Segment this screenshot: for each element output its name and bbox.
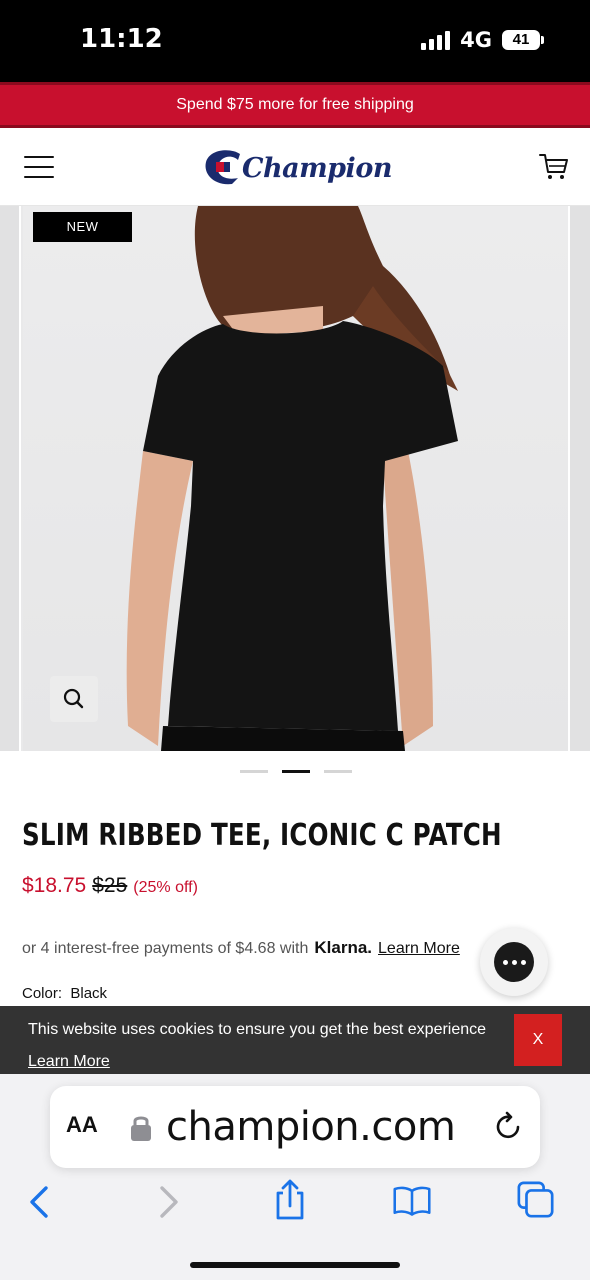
gallery-prev-image[interactable] <box>0 206 21 751</box>
klarna-message: or 4 interest-free payments of $4.68 wit… <box>22 938 460 958</box>
gallery-next-image[interactable] <box>568 206 590 751</box>
color-label: Color: <box>22 985 63 1002</box>
bookmarks-button[interactable] <box>392 1180 432 1220</box>
book-icon <box>393 1186 431 1216</box>
color-value: Black <box>70 985 108 1002</box>
signal-icon <box>421 30 451 50</box>
chevron-left-icon <box>30 1186 48 1218</box>
cookie-text: This website uses cookies to ensure you … <box>28 1021 487 1038</box>
promo-banner[interactable]: Spend $75 more for free shipping <box>0 82 590 128</box>
tabs-button[interactable] <box>516 1180 556 1220</box>
browser-toolbar <box>0 1176 590 1226</box>
product-gallery[interactable]: NEW <box>0 206 590 751</box>
cart-icon[interactable] <box>538 150 570 182</box>
model-photo <box>126 206 458 751</box>
new-badge: NEW <box>33 212 132 242</box>
cookie-learn-more-link[interactable]: Learn More <box>28 1053 110 1070</box>
battery-icon: 41 <box>502 30 544 50</box>
logo-text: Champion <box>242 152 392 184</box>
klarna-logo: Klarna. <box>314 938 373 957</box>
carousel-dot[interactable] <box>324 770 352 773</box>
product-title: SLIM RIBBED TEE, ICONIC C PATCH <box>22 818 502 853</box>
status-time: 11:12 <box>80 24 163 54</box>
reload-icon[interactable] <box>494 1110 524 1142</box>
network-type: 4G <box>460 28 492 52</box>
share-icon <box>276 1179 304 1220</box>
carousel-indicators <box>240 770 352 773</box>
carousel-dot[interactable] <box>240 770 268 773</box>
champion-c-logo-icon <box>205 150 240 185</box>
chat-bubble-icon <box>494 942 534 982</box>
discount-label: (25% off) <box>133 879 198 896</box>
cookie-message: This website uses cookies to ensure you … <box>28 1014 498 1078</box>
price-row: $18.75 $25 (25% off) <box>22 874 198 898</box>
tabs-icon <box>517 1181 554 1218</box>
color-selection: Color: Black <box>22 985 107 1002</box>
cookie-close-button[interactable]: X <box>514 1014 562 1066</box>
klarna-text: or 4 interest-free payments of $4.68 wit… <box>22 940 309 957</box>
share-button[interactable] <box>270 1179 310 1220</box>
search-icon <box>63 688 84 709</box>
product-image[interactable] <box>23 206 568 751</box>
address-bar[interactable]: AA champion.com <box>50 1086 540 1168</box>
chat-button[interactable] <box>480 928 548 996</box>
forward-button[interactable] <box>148 1180 188 1220</box>
champion-logo[interactable]: Champion <box>202 146 394 190</box>
reader-options-button[interactable]: AA <box>66 1112 98 1138</box>
hamburger-menu-icon[interactable] <box>24 156 54 178</box>
klarna-learn-more-link[interactable]: Learn More <box>378 940 460 958</box>
cookie-banner: This website uses cookies to ensure you … <box>0 1006 590 1074</box>
home-indicator <box>190 1262 400 1268</box>
status-bar: 11:12 4G 41 <box>0 0 590 82</box>
url-text[interactable]: champion.com <box>166 1104 456 1150</box>
lock-icon <box>131 1116 151 1141</box>
carousel-dot-active[interactable] <box>282 770 310 773</box>
sale-price: $18.75 <box>22 874 87 897</box>
zoom-button[interactable] <box>50 676 98 722</box>
back-button[interactable] <box>20 1180 60 1220</box>
status-indicators: 4G 41 <box>421 28 544 52</box>
chevron-right-icon <box>160 1186 178 1218</box>
site-header: Champion <box>0 128 590 206</box>
original-price: $25 <box>92 874 128 897</box>
